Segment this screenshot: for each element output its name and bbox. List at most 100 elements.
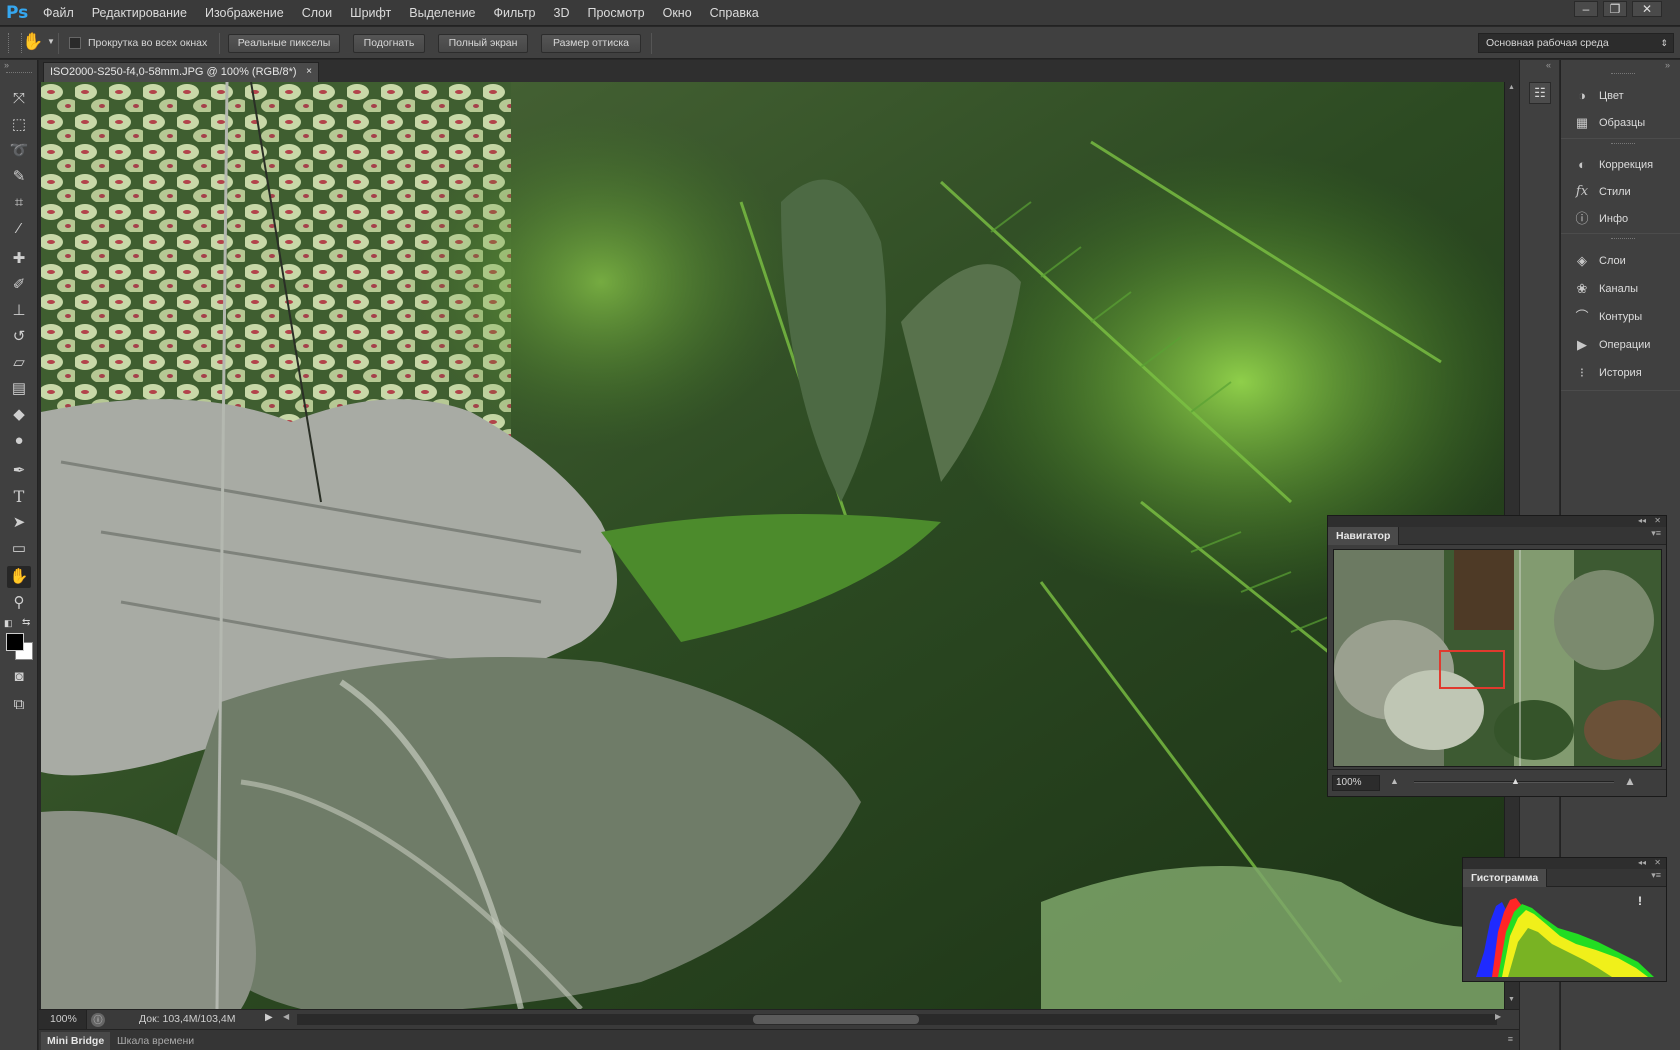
menu-select[interactable]: Выделение — [400, 0, 484, 26]
navigator-zoom-field[interactable]: 100% — [1332, 775, 1380, 791]
screen-mode-icon[interactable]: ⧉ — [7, 694, 31, 716]
tab-mini-bridge[interactable]: Mini Bridge — [41, 1032, 111, 1050]
dock-item-swatches[interactable]: ▦ Образцы — [1573, 112, 1645, 134]
dock-item-history[interactable]: ⁝ История — [1573, 362, 1642, 384]
workspace-dropdown[interactable]: Основная рабочая среда ⇕ — [1478, 33, 1674, 53]
collapse-arrows-icon[interactable]: » — [4, 60, 9, 70]
cache-warning-icon[interactable]: ! — [1638, 894, 1642, 908]
dock-item-info[interactable]: ⓘ Инфо — [1573, 208, 1628, 230]
clone-stamp-tool-icon[interactable]: ⊥ — [7, 300, 31, 322]
panel-grip — [1611, 143, 1635, 146]
menu-file[interactable]: Файл — [34, 0, 83, 26]
zoom-in-mountain-icon[interactable]: ▲ — [1624, 774, 1636, 788]
quick-select-tool-icon[interactable]: ✎ — [7, 166, 31, 188]
collapse-panel-icon[interactable]: ◂◂ — [1638, 858, 1646, 868]
histogram-title[interactable]: Гистограмма — [1463, 869, 1548, 887]
dock-item-actions[interactable]: ▶ Операции — [1573, 334, 1650, 356]
dock-item-styles[interactable]: fx Стили — [1573, 181, 1631, 203]
navigator-title[interactable]: Навигатор — [1328, 527, 1400, 545]
dodge-tool-icon[interactable]: ● — [7, 430, 31, 452]
dock-item-channels[interactable]: ❀ Каналы — [1573, 278, 1639, 300]
scroll-up-arrow-icon[interactable]: ▲ — [1508, 84, 1515, 91]
dock-item-layers[interactable]: ◈ Слои — [1573, 250, 1626, 272]
lasso-tool-icon[interactable]: ➰ — [7, 140, 31, 162]
quick-mask-icon[interactable]: ◙ — [7, 666, 31, 688]
foreground-color-swatch[interactable] — [6, 633, 24, 651]
menu-filter[interactable]: Фильтр — [485, 0, 545, 26]
swap-colors-icon[interactable]: ⇆ — [22, 617, 30, 628]
zoom-out-mountain-icon[interactable]: ▲ — [1390, 776, 1399, 786]
navigator-preview-frame[interactable] — [1333, 549, 1664, 767]
panel-menu-icon[interactable]: ▾≡ — [1651, 870, 1661, 881]
close-window-button[interactable]: ✕ — [1632, 1, 1662, 17]
close-tab-icon[interactable]: × — [306, 63, 312, 81]
status-menu-arrow-icon[interactable]: ▶ — [265, 1012, 273, 1023]
document-canvas[interactable] — [41, 82, 1504, 1009]
zoom-slider-handle[interactable]: ▲ — [1511, 776, 1520, 786]
actual-pixels-button[interactable]: Реальные пикселы — [228, 34, 340, 53]
info-icon: ⓘ — [1575, 211, 1589, 226]
scroll-down-arrow-icon[interactable]: ▼ — [1508, 996, 1515, 1003]
zoom-level-field[interactable]: 100% — [39, 1010, 87, 1029]
collapse-panel-icon[interactable]: ◂◂ — [1638, 516, 1646, 526]
eyedropper-tool-icon[interactable]: ⁄ — [7, 218, 31, 240]
menu-bar: Ps Файл Редактирование Изображение Слои … — [0, 0, 1680, 26]
expand-arrows-icon[interactable]: » — [1665, 60, 1670, 70]
collapse-arrows-icon[interactable]: « — [1546, 60, 1551, 70]
menu-edit[interactable]: Редактирование — [83, 0, 196, 26]
print-size-button[interactable]: Размер оттиска — [541, 34, 641, 53]
menu-3d[interactable]: 3D — [545, 0, 579, 26]
paths-icon: ⌒ — [1575, 309, 1589, 324]
panel-header: Гистограмма ▾≡ — [1463, 869, 1666, 887]
menu-help[interactable]: Справка — [701, 0, 768, 26]
horizontal-scroll-thumb[interactable] — [753, 1015, 919, 1024]
horizontal-scrollbar[interactable] — [297, 1014, 1497, 1025]
document-tab[interactable]: ISO2000-S250-f4,0-58mm.JPG @ 100% (RGB/8… — [43, 62, 319, 82]
scroll-right-arrow-icon[interactable]: ▶ — [1495, 1012, 1501, 1021]
path-select-tool-icon[interactable]: ➤ — [7, 512, 31, 534]
scroll-all-windows-checkbox[interactable] — [69, 37, 81, 49]
menu-view[interactable]: Просмотр — [579, 0, 654, 26]
default-colors-icon[interactable]: ◧ — [4, 618, 13, 629]
brush-tool-icon[interactable]: ✐ — [7, 274, 31, 296]
panel-menu-icon[interactable]: ▾≡ — [1651, 528, 1661, 539]
preset-dropdown-arrow-icon[interactable]: ▼ — [47, 37, 55, 46]
tab-timeline[interactable]: Шкала времени — [111, 1032, 200, 1050]
crop-tool-icon[interactable]: ⌗ — [7, 192, 31, 214]
healing-brush-tool-icon[interactable]: ✚ — [7, 248, 31, 270]
marquee-tool-icon[interactable]: ⬚ — [7, 114, 31, 136]
dock-item-label: Цвет — [1599, 90, 1624, 102]
divider — [1561, 233, 1680, 234]
fit-screen-button[interactable]: Подогнать — [353, 34, 425, 53]
hand-tool-preset-icon[interactable]: ✋ — [22, 32, 43, 52]
options-bar-grip — [8, 33, 22, 53]
panel-menu-icon[interactable]: ≡ — [1508, 1034, 1513, 1044]
eraser-tool-icon[interactable]: ▱ — [7, 352, 31, 374]
move-tool-icon[interactable]: ⤧ — [7, 88, 31, 110]
scroll-left-arrow-icon[interactable]: ◀ — [283, 1012, 289, 1021]
menu-type[interactable]: Шрифт — [341, 0, 400, 26]
jungle-photo-image — [41, 82, 1504, 1009]
history-brush-tool-icon[interactable]: ↺ — [7, 326, 31, 348]
properties-panel-icon[interactable]: ☷ — [1529, 82, 1551, 104]
zoom-tool-icon[interactable]: ⚲ — [7, 592, 31, 614]
minimize-button[interactable]: – — [1574, 1, 1598, 17]
type-tool-icon[interactable]: T — [7, 486, 31, 508]
dock-item-adjustments[interactable]: ◐ Коррекция — [1573, 154, 1653, 176]
pen-tool-icon[interactable]: ✒ — [7, 460, 31, 482]
dock-item-color[interactable]: ◑ Цвет — [1573, 85, 1624, 107]
close-panel-icon[interactable]: ✕ — [1654, 858, 1661, 868]
dock-item-paths[interactable]: ⌒ Контуры — [1573, 306, 1642, 328]
menu-image[interactable]: Изображение — [196, 0, 293, 26]
rectangle-tool-icon[interactable]: ▭ — [7, 538, 31, 560]
maximize-button[interactable]: ❐ — [1603, 1, 1627, 17]
fill-screen-button[interactable]: Полный экран — [438, 34, 528, 53]
blur-tool-icon[interactable]: ◆ — [7, 404, 31, 426]
status-info-icon[interactable]: ⓘ — [91, 1013, 105, 1027]
gradient-tool-icon[interactable]: ▤ — [7, 378, 31, 400]
close-panel-icon[interactable]: ✕ — [1654, 516, 1661, 526]
hand-tool-icon[interactable]: ✋ — [7, 566, 31, 588]
menu-layers[interactable]: Слои — [293, 0, 341, 26]
dock-item-label: История — [1599, 367, 1642, 379]
menu-window[interactable]: Окно — [654, 0, 701, 26]
